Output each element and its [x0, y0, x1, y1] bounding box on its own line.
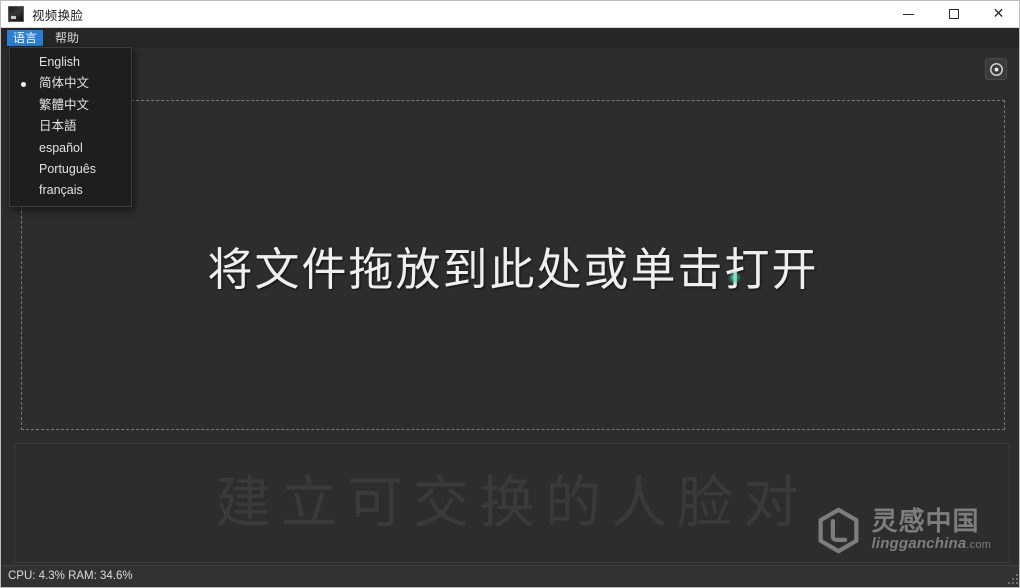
- watermark: 灵感中国 lingganchina.com: [815, 507, 991, 554]
- language-option-english[interactable]: English: [10, 52, 131, 73]
- menu-item-help[interactable]: 帮助: [49, 30, 85, 46]
- language-option-traditional-chinese[interactable]: 繁體中文: [10, 95, 131, 116]
- maximize-icon: [948, 9, 959, 19]
- language-option-label: Português: [39, 161, 96, 176]
- resource-usage-label: CPU: 4.3% RAM: 34.6%: [8, 570, 133, 582]
- watermark-text: 灵感中国 lingganchina.com: [871, 505, 991, 553]
- watermark-domain: .com: [966, 539, 991, 552]
- language-option-label: 日本語: [39, 119, 77, 134]
- maximize-button[interactable]: [931, 1, 976, 28]
- menu-item-language[interactable]: 语言: [7, 30, 44, 46]
- language-option-label: español: [39, 140, 83, 155]
- selected-bullet-icon: [21, 81, 26, 87]
- watermark-en-name: lingganchina: [871, 535, 967, 553]
- language-option-label: 简体中文: [39, 76, 90, 91]
- status-bar: CPU: 4.3% RAM: 34.6%: [2, 565, 1019, 586]
- face-pair-panel: 建立可交换的人脸对 灵感中国 lingganchina.com: [14, 443, 1010, 563]
- watermark-cn: 灵感中国: [871, 505, 980, 536]
- close-icon: ✕: [992, 6, 1005, 22]
- language-option-french[interactable]: français: [10, 180, 131, 201]
- gear-icon: [989, 62, 1003, 76]
- window-title: 视频换脸: [32, 8, 84, 23]
- minimize-icon: [903, 13, 914, 15]
- language-option-label: 繁體中文: [39, 97, 90, 112]
- language-dropdown-menu: English 简体中文 繁體中文 日本語 español Português …: [9, 47, 132, 207]
- minimize-button[interactable]: [886, 1, 931, 28]
- watermark-en: lingganchina.com: [871, 535, 991, 553]
- app-icon: [8, 6, 24, 22]
- language-option-spanish[interactable]: español: [10, 138, 131, 159]
- app-window: 视频换脸 ✕ 语言 帮助 English 简体中文 繁體中文 日本語 españ…: [0, 0, 1020, 588]
- language-option-label: English: [39, 55, 80, 69]
- window-controls: ✕: [886, 1, 1019, 28]
- language-option-japanese[interactable]: 日本語: [10, 116, 131, 137]
- lingganchina-logo-icon: [818, 507, 859, 554]
- settings-button[interactable]: [985, 58, 1007, 80]
- menu-bar: 语言 帮助: [1, 28, 1019, 48]
- content-area: 将文件拖放到此处或单击打开 建立可交换的人脸对 灵感中国 lingganchin…: [2, 48, 1019, 566]
- language-option-label: français: [39, 183, 83, 198]
- title-bar: 视频换脸 ✕: [1, 1, 1019, 28]
- close-button[interactable]: ✕: [976, 1, 1019, 28]
- file-dropzone[interactable]: 将文件拖放到此处或单击打开: [21, 100, 1005, 430]
- dropzone-label: 将文件拖放到此处或单击打开: [207, 242, 819, 296]
- language-option-portuguese[interactable]: Português: [10, 159, 131, 180]
- resize-grip[interactable]: [1005, 571, 1018, 584]
- language-option-simplified-chinese[interactable]: 简体中文: [10, 73, 131, 94]
